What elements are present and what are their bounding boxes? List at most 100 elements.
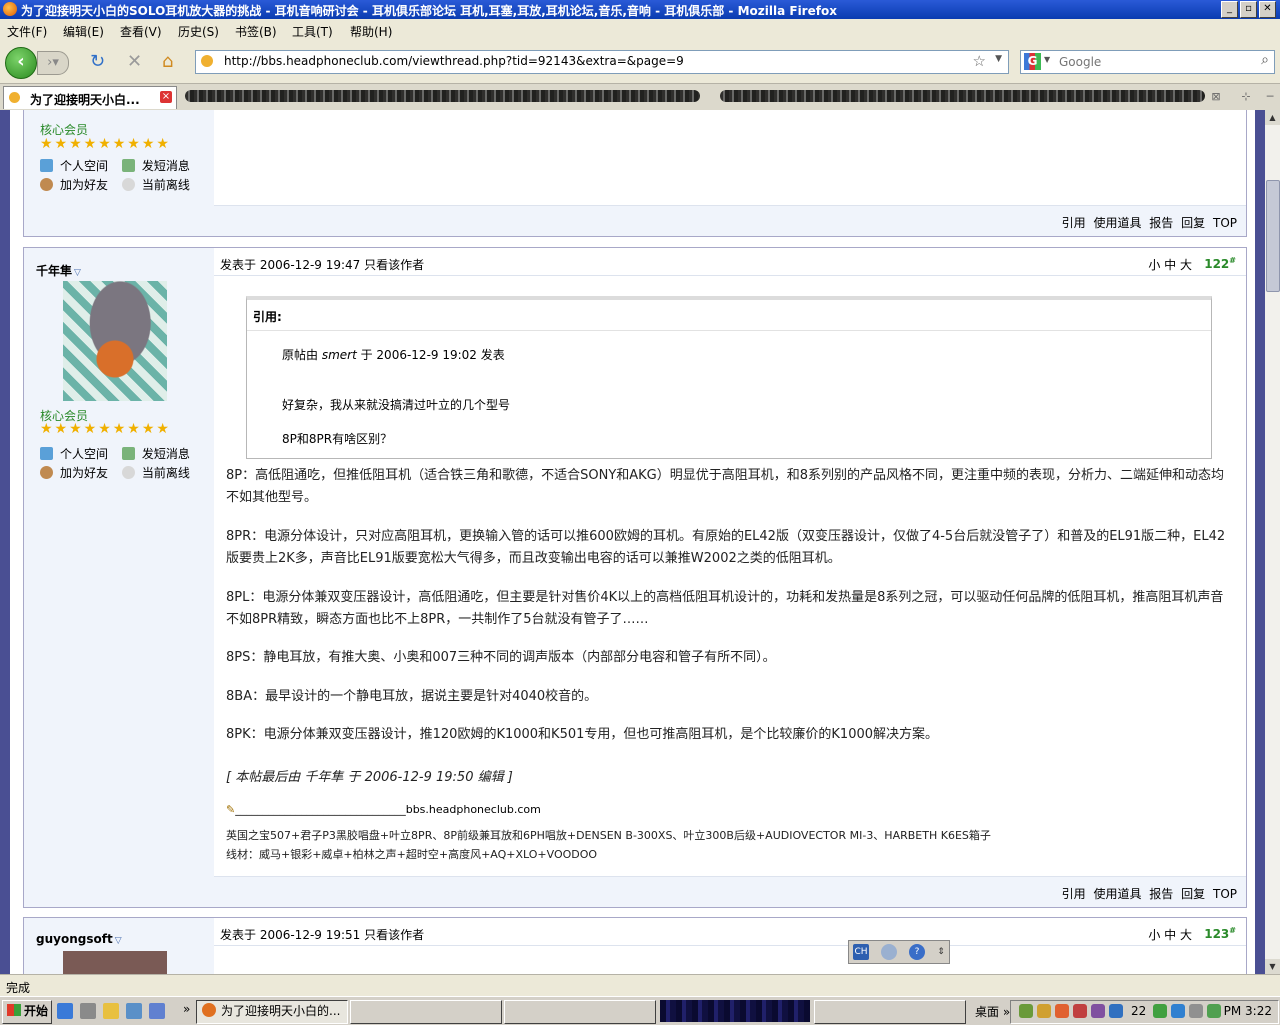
scroll-down-icon[interactable]: ▼: [1265, 959, 1280, 974]
network-icon[interactable]: [1207, 1004, 1221, 1018]
ie-icon[interactable]: [57, 1003, 73, 1019]
top-link[interactable]: TOP: [1213, 887, 1237, 901]
floor-number[interactable]: 123#: [1204, 926, 1236, 941]
engine-dropdown-icon[interactable]: ▼: [1044, 55, 1050, 64]
bookmark-star-icon[interactable]: ☆: [973, 52, 986, 70]
task-button[interactable]: [504, 1000, 656, 1024]
menu-tools[interactable]: 工具(T): [292, 23, 333, 40]
scroll-up-icon[interactable]: ▲: [1265, 110, 1280, 125]
quote-header: 引用:: [253, 310, 282, 324]
tools-link[interactable]: 使用道具: [1093, 887, 1141, 901]
home-icon[interactable]: ⌂: [162, 52, 173, 72]
quote-link[interactable]: 引用: [1062, 887, 1086, 901]
dropdown-icon: ▽: [74, 268, 81, 278]
add-friend-link[interactable]: 加为好友: [40, 178, 108, 192]
post-paragraph: 8PS：静电耳放，有推大奥、小奥和007三种不同的调声版本（内部部分电容和管子有…: [226, 650, 776, 665]
quicklaunch-icon[interactable]: [126, 1003, 142, 1019]
menu-history[interactable]: 历史(S): [178, 23, 219, 40]
folder-icon[interactable]: [103, 1003, 119, 1019]
url-text[interactable]: http://bbs.headphoneclub.com/viewthread.…: [224, 54, 684, 68]
avatar[interactable]: [63, 951, 167, 974]
report-link[interactable]: 报告: [1149, 887, 1173, 901]
page-viewport: 核心会员 ★★★★★★★★★ 个人空间 发短消息 加为好友 当前离线 引用 使用…: [0, 110, 1265, 974]
floor-number[interactable]: 122#: [1204, 256, 1236, 271]
ime-language[interactable]: CH: [853, 944, 869, 960]
search-box[interactable]: G ▼ ⌕: [1020, 50, 1275, 74]
send-message-link[interactable]: 发短消息: [121, 447, 190, 461]
tray-icon[interactable]: [1019, 1004, 1033, 1018]
menu-edit[interactable]: 编辑(E): [63, 23, 104, 40]
post-date: 发表于 2006-12-9 19:47 只看该作者: [220, 258, 425, 272]
scroll-thumb[interactable]: [1266, 180, 1280, 292]
tray-icon[interactable]: [1055, 1004, 1069, 1018]
tools-link[interactable]: 使用道具: [1093, 216, 1141, 230]
minimize-button[interactable]: _: [1221, 1, 1238, 18]
tray-icon[interactable]: [1091, 1004, 1105, 1018]
task-button[interactable]: [660, 1000, 810, 1022]
reply-link[interactable]: 回复: [1181, 887, 1205, 901]
post-sidebar: guyongsoft ▽: [24, 918, 214, 974]
menu-help[interactable]: 帮助(H): [350, 23, 392, 40]
vertical-scrollbar[interactable]: ▲ ▼: [1265, 110, 1280, 974]
quote-line: 8P和8PR有啥区别？: [282, 432, 393, 446]
site-favicon-icon: [201, 55, 213, 67]
stop-icon[interactable]: ✕: [127, 52, 142, 72]
quicklaunch-icon[interactable]: [149, 1003, 165, 1019]
close-button[interactable]: ✕: [1259, 1, 1276, 18]
start-button[interactable]: 开始: [2, 1000, 52, 1024]
ime-toolbar[interactable]: CH ? ⇕: [848, 940, 950, 964]
menu-view[interactable]: 查看(V): [120, 23, 162, 40]
tab-menu-icon[interactable]: ─: [1262, 89, 1278, 105]
ime-help-icon[interactable]: ?: [909, 944, 925, 960]
profile-link[interactable]: 个人空间: [40, 447, 108, 461]
author-name[interactable]: 千年隼 ▽: [36, 262, 81, 279]
forum-post-123: guyongsoft ▽ 发表于 2006-12-9 19:51 只看该作者 小 …: [23, 917, 1247, 974]
url-bar[interactable]: http://bbs.headphoneclub.com/viewthread.…: [195, 50, 1009, 74]
forward-button[interactable]: ›▾: [37, 51, 69, 75]
windows-logo-icon: [7, 1004, 21, 1016]
back-button[interactable]: ‹: [5, 47, 37, 79]
search-input[interactable]: [1057, 54, 1251, 70]
menu-file[interactable]: 文件(F): [7, 23, 47, 40]
reload-icon[interactable]: ↻: [90, 52, 105, 72]
quicklaunch-more-icon[interactable]: »: [183, 1002, 190, 1016]
reply-link[interactable]: 回复: [1181, 216, 1205, 230]
tab-redacted[interactable]: [720, 90, 1205, 102]
author-name[interactable]: guyongsoft ▽: [36, 932, 122, 946]
tray-icon[interactable]: [1171, 1004, 1185, 1018]
profile-link[interactable]: 个人空间: [40, 159, 108, 173]
tab-active[interactable]: 为了迎接明天小白... ×: [3, 86, 177, 109]
tray-icon[interactable]: [1073, 1004, 1087, 1018]
task-button[interactable]: [350, 1000, 502, 1024]
top-link[interactable]: TOP: [1213, 216, 1237, 230]
search-icon[interactable]: ⌕: [1261, 52, 1269, 68]
tab-close-icon[interactable]: ×: [160, 91, 172, 103]
menu-bookmarks[interactable]: 书签(B): [235, 23, 277, 40]
ime-mode-icon[interactable]: [881, 944, 897, 960]
tray-icon[interactable]: [1037, 1004, 1051, 1018]
tab-close-icon[interactable]: ⊠: [1208, 89, 1224, 105]
quote-user[interactable]: smert: [322, 348, 357, 362]
font-size-toggle[interactable]: 小 中 大: [1148, 256, 1192, 273]
task-button[interactable]: [814, 1000, 966, 1024]
avatar[interactable]: [63, 281, 167, 401]
quote-link[interactable]: 引用: [1062, 216, 1086, 230]
report-link[interactable]: 报告: [1149, 216, 1173, 230]
volume-icon[interactable]: [1189, 1004, 1203, 1018]
task-firefox[interactable]: 为了迎接明天小白的...: [196, 1000, 348, 1024]
add-friend-link[interactable]: 加为好友: [40, 466, 108, 480]
tab-list-icon[interactable]: ⊹: [1238, 89, 1254, 105]
font-size-toggle[interactable]: 小 中 大: [1148, 926, 1192, 943]
maximize-button[interactable]: ▫: [1240, 1, 1257, 18]
quicklaunch-icon[interactable]: [80, 1003, 96, 1019]
google-engine-icon[interactable]: G: [1024, 53, 1041, 70]
tray-icon[interactable]: [1153, 1004, 1167, 1018]
desktop-toolbar[interactable]: 桌面 »: [975, 1003, 1010, 1020]
url-dropdown-icon[interactable]: ▼: [995, 54, 1002, 64]
tab-redacted[interactable]: [185, 90, 700, 102]
tray-icon[interactable]: [1109, 1004, 1123, 1018]
send-message-link[interactable]: 发短消息: [121, 159, 190, 173]
post-paragraph: 8PL：电源分体兼双变压器设计，高低阻通吃，但主要是针对售价4K以上的高档低阻耳…: [226, 590, 1224, 627]
clock: PM 3:22: [1223, 1004, 1272, 1018]
ime-options-icon[interactable]: ⇕: [933, 944, 949, 960]
